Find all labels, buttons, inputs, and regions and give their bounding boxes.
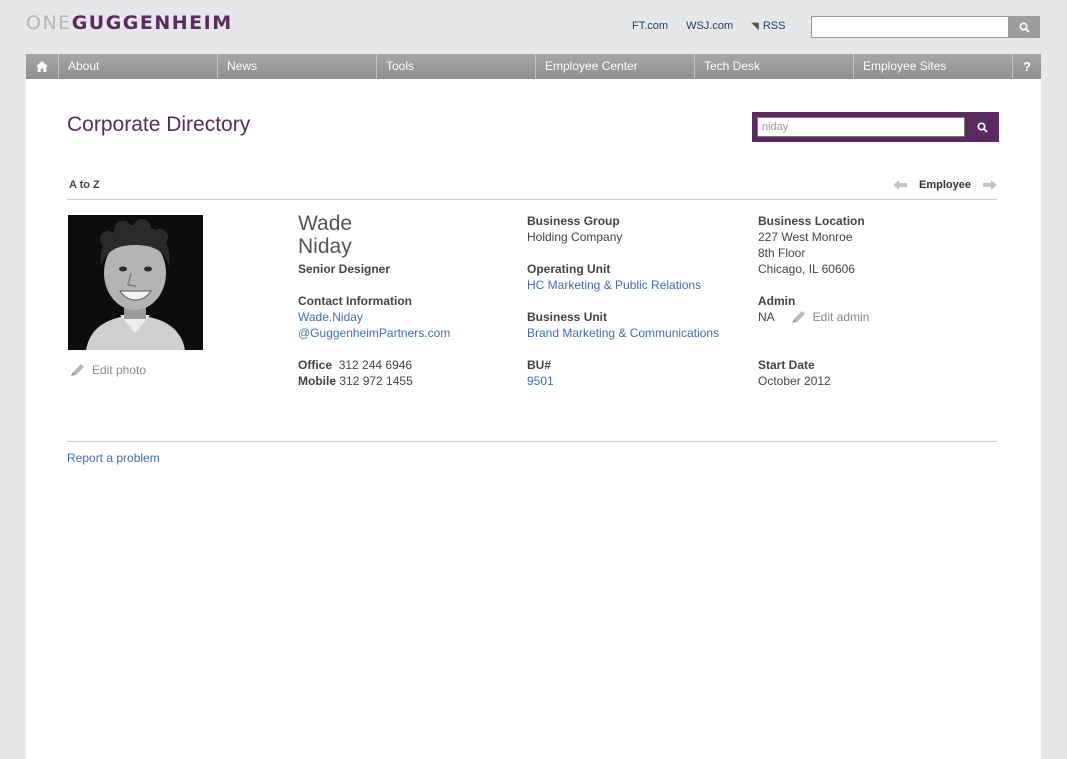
bu-number-link[interactable]: 9501 — [527, 373, 554, 389]
ft-link[interactable]: FT.com — [632, 20, 668, 32]
mobile-phone: 312 972 1455 — [339, 374, 413, 388]
logo[interactable]: ONEGUGGENHEIM — [26, 13, 233, 33]
site-search-input[interactable] — [811, 16, 1009, 38]
a-to-z-link[interactable]: A to Z — [69, 179, 100, 191]
employee-label: Employee — [919, 179, 971, 191]
site-search — [811, 16, 1040, 38]
site-search-button[interactable] — [1009, 16, 1040, 38]
email-link-line2[interactable]: @GuggenheimPartners.com — [298, 325, 450, 341]
mobile-label: Mobile — [298, 374, 336, 388]
edit-admin-label: Edit admin — [812, 310, 870, 324]
business-location-block: Business Location 227 West Monroe 8th Fl… — [758, 213, 865, 277]
business-group-label: Business Group — [527, 214, 620, 228]
wsj-link[interactable]: WSJ.com — [686, 20, 733, 32]
arrow-right-icon[interactable] — [982, 180, 997, 190]
top-links: FT.com WSJ.com ◥ RSS — [632, 20, 785, 32]
content-panel: Corporate Directory A to Z Employee Edi — [26, 79, 1041, 759]
nav-employee-sites[interactable]: Employee Sites — [854, 54, 1013, 79]
operating-unit-label: Operating Unit — [527, 262, 611, 276]
search-icon — [1019, 21, 1030, 33]
directory-search-button[interactable] — [965, 112, 999, 142]
nav-news[interactable]: News — [218, 54, 377, 79]
arrow-left-icon[interactable] — [893, 180, 907, 190]
start-date-block: Start Date October 2012 — [758, 357, 831, 389]
business-unit-block: Business Unit Brand Marketing & Communic… — [527, 309, 719, 341]
pencil-icon — [71, 364, 84, 376]
nav-help[interactable]: ? — [1013, 54, 1041, 79]
admin-label: Admin — [758, 294, 796, 308]
operating-unit-link[interactable]: HC Marketing & Public Relations — [527, 277, 701, 293]
phone-block: Office 312 244 6946 Mobile 312 972 1455 — [298, 357, 413, 389]
job-title: Senior Designer — [298, 262, 391, 276]
business-group-value: Holding Company — [527, 230, 623, 244]
nav-tech-desk[interactable]: Tech Desk — [695, 54, 854, 79]
home-icon — [36, 61, 48, 72]
email-link-line1[interactable]: Wade.Niday — [298, 309, 450, 325]
office-phone: 312 244 6946 — [338, 358, 413, 372]
nav-employee-center[interactable]: Employee Center — [536, 54, 695, 79]
business-group-block: Business Group Holding Company — [527, 213, 622, 245]
search-icon — [976, 121, 988, 133]
location-line2: 8th Floor — [758, 246, 806, 260]
edit-photo-button[interactable]: Edit photo — [70, 363, 146, 377]
location-line1: 227 West Monroe — [758, 230, 853, 244]
nav-about[interactable]: About — [59, 54, 218, 79]
location-label: Business Location — [758, 214, 865, 228]
edit-photo-label: Edit photo — [92, 363, 147, 377]
bu-label: BU# — [527, 358, 552, 372]
edit-admin-button[interactable]: Edit admin — [791, 309, 870, 325]
location-line3: Chicago, IL 60606 — [758, 262, 855, 276]
business-unit-label: Business Unit — [527, 310, 608, 324]
operating-unit-block: Operating Unit HC Marketing & Public Rel… — [527, 261, 701, 293]
profile-photo — [68, 215, 203, 350]
pencil-icon — [791, 311, 805, 323]
office-row: Office 312 244 6946 — [298, 357, 413, 373]
bu-number-block: BU# 9501 — [527, 357, 554, 389]
logo-guggenheim: GUGGENHEIM — [71, 12, 233, 34]
rss-label: RSS — [762, 20, 786, 32]
job-title-block: Senior Designer — [298, 261, 390, 277]
nav-tools[interactable]: Tools — [377, 54, 536, 79]
main-nav: About News Tools Employee Center Tech De… — [26, 54, 1041, 79]
page-title: Corporate Directory — [67, 113, 251, 136]
nav-home[interactable] — [26, 54, 59, 79]
mobile-row: Mobile 312 972 1455 — [298, 373, 413, 389]
admin-value: NA — [758, 310, 775, 324]
divider — [67, 441, 997, 442]
directory-search-input[interactable] — [757, 117, 965, 137]
first-name: Wade — [298, 212, 353, 235]
start-date-value: October 2012 — [758, 374, 831, 388]
admin-block: Admin NA Edit admin — [758, 293, 869, 325]
divider — [67, 199, 997, 200]
office-label: Office — [298, 358, 333, 372]
employee-name: Wade Niday — [298, 212, 352, 258]
directory-search — [752, 112, 999, 142]
logo-one: ONE — [26, 12, 72, 34]
contact-label: Contact Information — [298, 294, 412, 308]
portrait-illustration — [68, 215, 203, 350]
business-unit-link[interactable]: Brand Marketing & Communications — [527, 325, 719, 341]
employee-nav: Employee — [893, 179, 997, 191]
admin-row: NA Edit admin — [758, 309, 869, 325]
start-date-label: Start Date — [758, 358, 815, 372]
rss-icon: ◥ — [751, 21, 759, 32]
last-name: Niday — [298, 235, 352, 258]
rss-link[interactable]: ◥ RSS — [751, 20, 785, 32]
contact-block: Contact Information Wade.Niday @Guggenhe… — [298, 293, 450, 341]
report-problem-link[interactable]: Report a problem — [67, 451, 160, 465]
